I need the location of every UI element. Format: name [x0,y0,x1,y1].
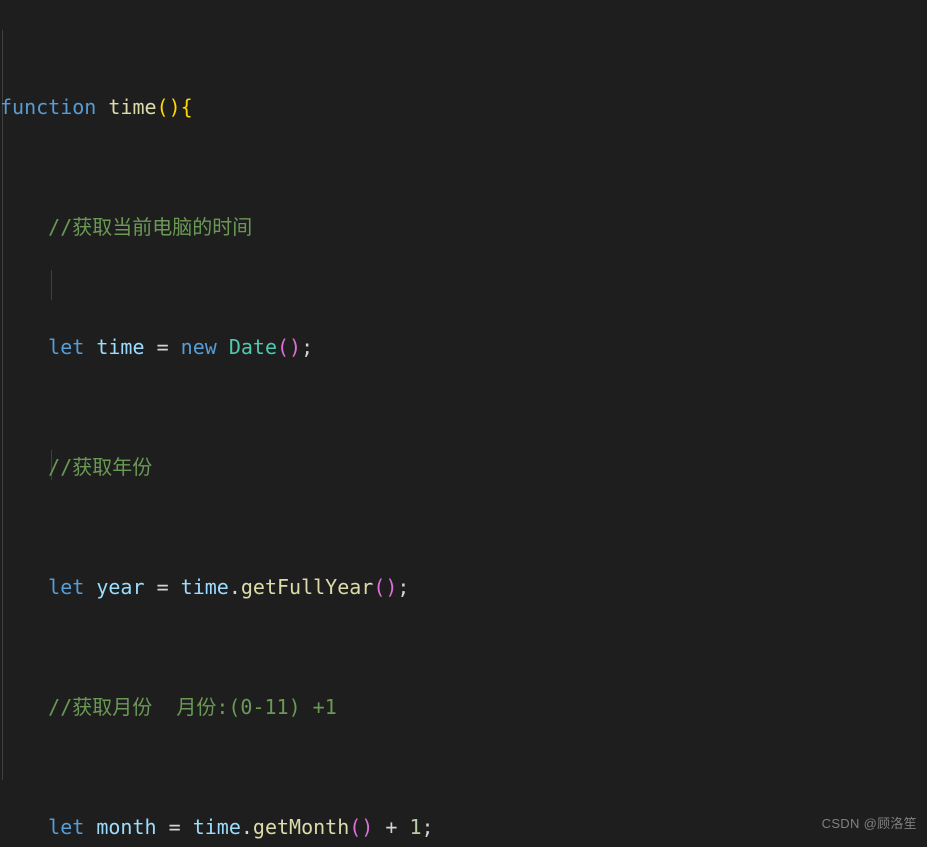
token-operator-assign: = [156,335,169,359]
csdn-watermark: CSDN @顾洛笙 [821,816,917,831]
token-variable-month: month [96,815,157,839]
token-variable-time: time [96,335,145,359]
token-semicolon: ; [397,575,410,599]
token-parens: () [373,575,398,599]
token-class-date: Date [228,335,277,359]
token-parens: () [349,815,374,839]
code-line-1[interactable]: function time(){ [0,92,891,122]
code-line-6[interactable]: //获取月份 月份:(0-11) +1 [0,692,891,722]
token-comment: //获取当前电脑的时间 [0,215,253,239]
code-line-3[interactable]: let time = new Date(); [0,332,891,362]
token-semicolon: ; [301,335,314,359]
code-line-4[interactable]: //获取年份 [0,452,891,482]
token-method-getfullyear: getFullYear [240,575,374,599]
token-method-getmonth: getMonth [252,815,350,839]
token-variable-year: year [96,575,145,599]
token-object-time: time [192,815,241,839]
code-editor[interactable]: function time(){ //获取当前电脑的时间 let time = … [0,0,927,847]
code-line-2[interactable]: //获取当前电脑的时间 [0,212,891,242]
token-comment: //获取年份 [0,455,153,479]
token-semicolon: ; [421,815,434,839]
token-function-name: time [108,95,157,119]
token-keyword-new: new [180,335,217,359]
token-keyword-function: function [0,95,97,119]
token-dot: . [228,575,241,599]
token-operator-assign: = [156,575,169,599]
code-line-5[interactable]: let year = time.getFullYear(); [0,572,891,602]
token-object-time: time [180,575,229,599]
token-comment: //获取月份 月份:(0-11) +1 [0,695,337,719]
token-keyword-let: let [48,575,85,599]
token-keyword-let: let [48,335,85,359]
token-bracket-open: (){ [156,95,193,119]
token-number-1: 1 [409,815,422,839]
token-operator-assign: = [168,815,181,839]
token-keyword-let: let [48,815,85,839]
token-dot: . [240,815,253,839]
token-operator-plus: + [385,815,398,839]
code-line-7[interactable]: let month = time.getMonth() + 1; [0,812,891,842]
code-content[interactable]: function time(){ //获取当前电脑的时间 let time = … [0,0,891,847]
token-parens: () [277,335,302,359]
